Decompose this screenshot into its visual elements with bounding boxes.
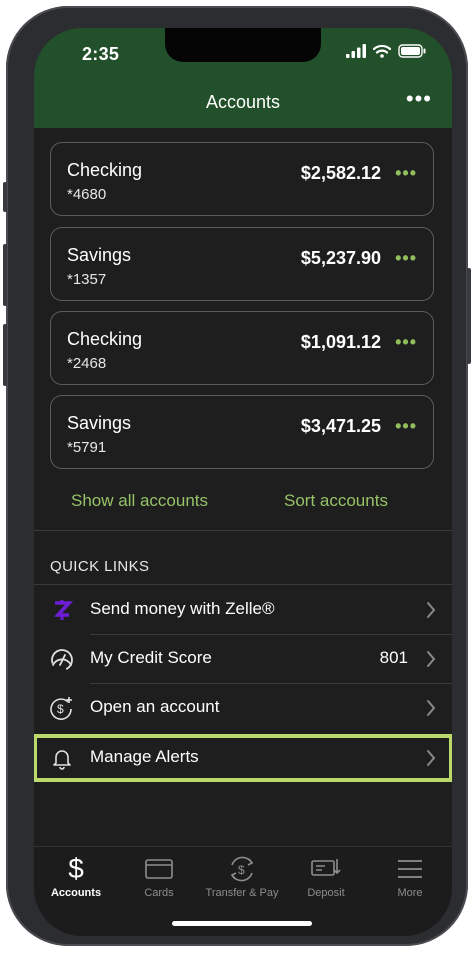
account-card[interactable]: Checking *4680 $2,582.12 ••• [50,142,434,216]
highlight-outline [34,734,452,782]
tab-label: Accounts [50,887,102,899]
tab-label: Deposit [307,887,345,899]
power-button [467,268,471,364]
account-name: Checking [67,329,143,349]
sort-accounts-link[interactable]: Sort accounts [284,491,388,511]
phone-frame: 2:35 Accounts ••• Checking *4680 $2,582.… [3,6,471,946]
dollar-icon: $ [68,853,84,884]
quick-link-open-account[interactable]: $ Open an account [34,684,452,732]
zelle-icon [53,600,74,620]
account-options-icon[interactable]: ••• [395,332,417,353]
dollar-plus-icon: $ [50,697,72,720]
account-balance: $1,091.12 [300,332,381,352]
notch [165,28,321,62]
account-balance: $2,582.12 [300,163,381,183]
volume-up-button [3,244,7,306]
status-time: 2:35 [82,44,120,64]
tab-more[interactable]: More [368,853,452,899]
tab-cards[interactable]: Cards [117,853,201,899]
card-icon [117,853,201,885]
battery-icon [398,44,426,58]
page-title: Accounts [205,92,281,112]
quick-link-label: Send money with Zelle® [90,599,275,618]
account-name: Savings [67,413,132,433]
more-horizontal-icon[interactable]: ••• [406,86,432,112]
gauge-icon [51,649,73,671]
account-number: *5791 [67,439,107,456]
transfer-icon: $ [200,853,284,885]
tab-label: Cards [144,887,174,899]
quick-link-credit-score[interactable]: My Credit Score 801 [34,635,452,683]
tab-deposit[interactable]: Deposit [284,853,368,899]
account-card[interactable]: Savings *1357 $5,237.90 ••• [50,227,434,301]
section-divider [34,584,452,585]
svg-text:$: $ [57,702,64,716]
home-indicator [172,921,312,926]
tab-label: Transfer & Pay [205,887,279,899]
check-deposit-icon [284,853,368,885]
account-name: Savings [67,245,132,265]
menu-icon [368,853,452,885]
show-all-accounts-link[interactable]: Show all accounts [71,491,208,511]
quick-link-label: My Credit Score [90,648,212,667]
account-name: Checking [67,160,143,180]
cellular-signal-icon [346,44,366,58]
section-divider [34,530,452,531]
status-icons [346,44,426,58]
account-number: *4680 [67,186,107,203]
volume-down-button [3,324,7,386]
account-number: *1357 [67,271,107,288]
tab-accounts[interactable]: $ Accounts [34,853,118,899]
quick-link-zelle[interactable]: Send money with Zelle® [34,586,452,634]
quick-links-heading: QUICK LINKS [50,558,150,575]
account-options-icon[interactable]: ••• [395,248,417,269]
mute-switch [3,182,7,212]
chevron-right-icon [427,651,436,667]
tab-label: More [397,887,423,899]
account-options-icon[interactable]: ••• [395,163,417,184]
account-options-icon[interactable]: ••• [395,416,417,437]
account-balance: $5,237.90 [300,248,381,268]
wifi-icon [373,44,391,58]
account-card[interactable]: Checking *2468 $1,091.12 ••• [50,311,434,385]
app-header: 2:35 Accounts ••• [34,28,452,128]
chevron-right-icon [427,700,436,716]
account-card[interactable]: Savings *5791 $3,471.25 ••• [50,395,434,469]
svg-text:$: $ [238,863,245,877]
app-screen: 2:35 Accounts ••• Checking *4680 $2,582.… [34,28,452,936]
tab-transfer-pay[interactable]: $ Transfer & Pay [200,853,284,899]
account-number: *2468 [67,355,107,372]
chevron-right-icon [427,602,436,618]
account-balance: $3,471.25 [300,416,381,436]
credit-score-value: 801 [379,648,408,667]
quick-link-label: Open an account [90,697,220,716]
